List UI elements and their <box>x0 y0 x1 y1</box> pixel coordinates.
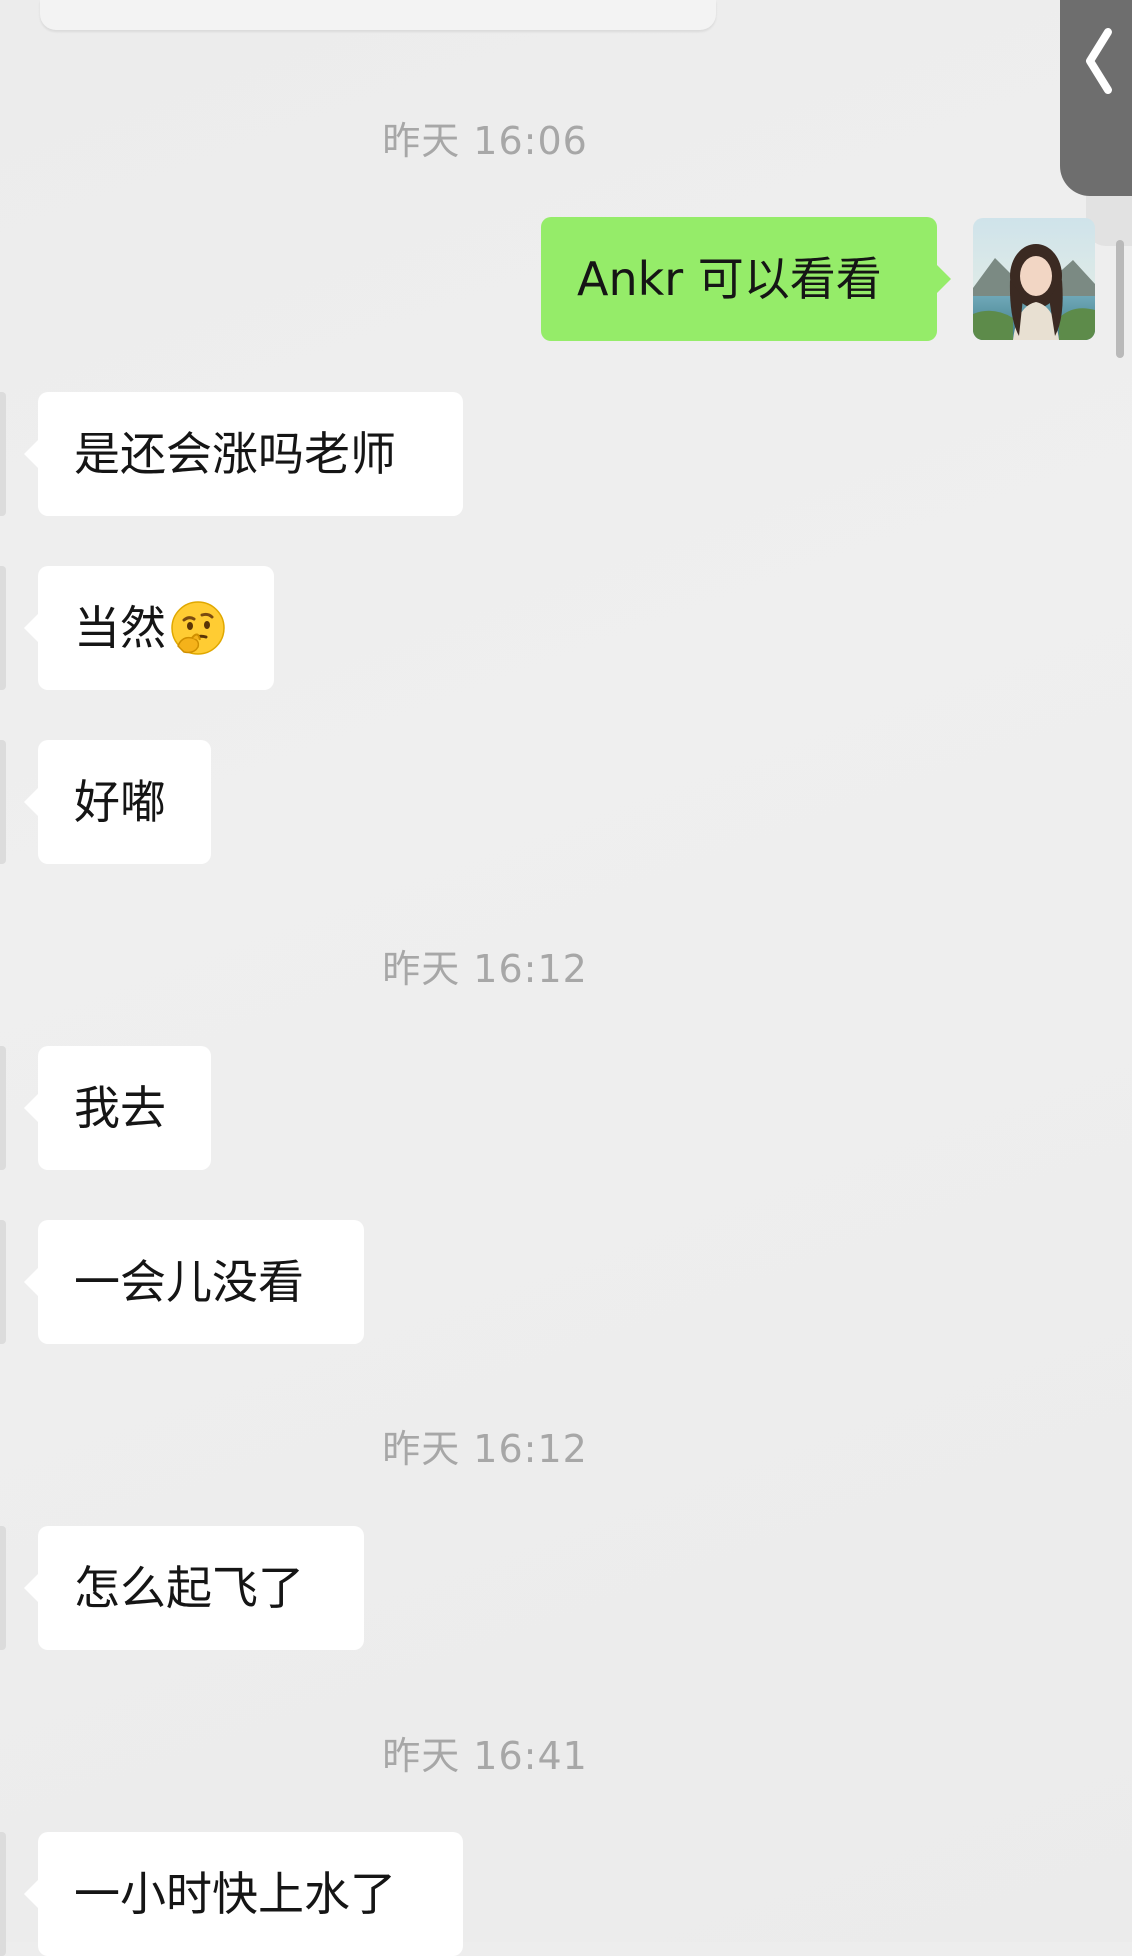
contact-avatar-edge[interactable] <box>0 1832 6 1956</box>
timestamp: 昨天 16:06 <box>382 119 588 163</box>
message-text: 怎么起飞了 <box>74 1561 304 1615</box>
chevron-left-icon <box>1086 28 1112 94</box>
message-text: 好嘟 <box>74 775 166 829</box>
thinking-face-icon <box>171 600 225 655</box>
top-message-edge <box>40 0 716 30</box>
message-bubble-incoming[interactable]: 我去 <box>24 1046 211 1170</box>
timestamp: 昨天 16:12 <box>382 1427 588 1471</box>
message-bubble-incoming[interactable]: 一会儿没看 <box>24 1220 364 1344</box>
chat-area: 昨天 16:06 Ankr 可以看看 是还会涨吗老师 当然 好嘟 昨天 16:1… <box>0 0 1132 1956</box>
contact-avatar-edge[interactable] <box>0 740 6 864</box>
timestamp: 昨天 16:12 <box>382 947 588 991</box>
contact-avatar-edge[interactable] <box>0 1046 6 1170</box>
message-bubble-incoming[interactable]: 是还会涨吗老师 <box>24 392 463 516</box>
avatar[interactable] <box>973 218 1095 340</box>
message-bubble-outgoing[interactable]: Ankr 可以看看 <box>541 217 951 341</box>
message-bubble-incoming[interactable]: 好嘟 <box>24 740 211 864</box>
contact-avatar-edge[interactable] <box>0 392 6 516</box>
message-bubble-incoming[interactable]: 怎么起飞了 <box>24 1526 364 1650</box>
message-text: 是还会涨吗老师 <box>74 427 396 481</box>
contact-avatar-edge[interactable] <box>0 566 6 690</box>
message-text: 我去 <box>74 1081 166 1135</box>
back-handle[interactable] <box>1060 0 1132 196</box>
contact-avatar-edge[interactable] <box>0 1220 6 1344</box>
avatar-image <box>973 218 1095 340</box>
message-bubble-incoming[interactable]: 一小时快上水了 <box>24 1832 463 1956</box>
message-text: 一小时快上水了 <box>74 1867 396 1921</box>
contact-avatar-edge[interactable] <box>0 1526 6 1650</box>
message-text: 当然 <box>74 601 166 655</box>
message-text: 一会儿没看 <box>74 1255 304 1309</box>
timestamp: 昨天 16:41 <box>382 1734 588 1778</box>
scrollbar-thumb[interactable] <box>1116 240 1124 358</box>
message-text: Ankr 可以看看 <box>577 252 882 306</box>
message-bubble-incoming[interactable]: 当然 <box>24 566 274 690</box>
